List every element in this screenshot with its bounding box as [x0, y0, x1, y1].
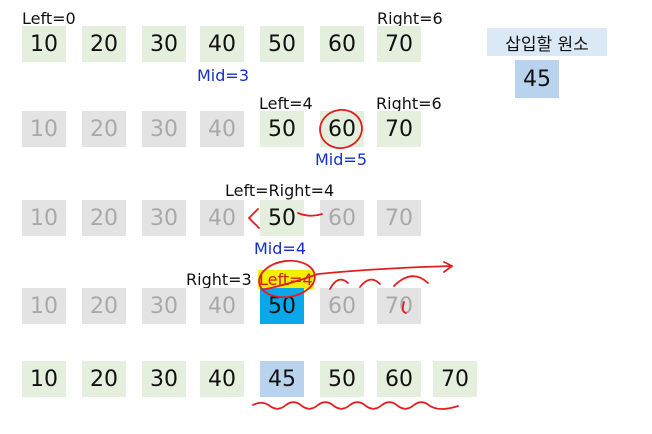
row2-cell-5: 60 — [320, 111, 364, 147]
row4-cell-0: 10 — [22, 288, 66, 324]
shift-hop-2 — [359, 278, 381, 288]
row1-cell-2: 30 — [142, 26, 186, 62]
row2-cell-6: 70 — [377, 111, 421, 147]
row5-cell-4: 45 — [260, 361, 304, 397]
row1-cell-6: 70 — [377, 26, 421, 62]
row2-cell-4: 50 — [260, 111, 304, 147]
row5-cell-2: 30 — [142, 361, 186, 397]
row1-mid-label: Mid=3 — [197, 66, 249, 85]
result-wavy-underline — [252, 401, 459, 410]
row4-left-label: Left=4 — [258, 270, 314, 289]
row2-cell-1: 20 — [82, 111, 126, 147]
row5-cell-3: 40 — [200, 361, 244, 397]
row5-cell-5: 50 — [320, 361, 364, 397]
left-bracket-annotation — [248, 208, 260, 229]
row3-cell-4: 50 — [260, 200, 304, 236]
shift-arrow-head — [443, 261, 453, 273]
row3-mid-label: Mid=4 — [254, 239, 306, 258]
row1-cell-3: 40 — [200, 26, 244, 62]
row1-cell-1: 20 — [82, 26, 126, 62]
row3-cell-0: 10 — [22, 200, 66, 236]
row4-cell-5: 60 — [320, 288, 364, 324]
insert-element-title: 삽입할 원소 — [487, 28, 607, 56]
row2-cell-2: 30 — [142, 111, 186, 147]
row5-cell-7: 70 — [433, 361, 477, 397]
row3-cell-6: 70 — [377, 200, 421, 236]
row2-cell-0: 10 — [22, 111, 66, 147]
row4-cell-1: 20 — [82, 288, 126, 324]
row4-cell-2: 30 — [142, 288, 186, 324]
row3-cell-5: 60 — [320, 200, 364, 236]
row3-cell-1: 20 — [82, 200, 126, 236]
shift-hop-3 — [393, 275, 429, 287]
row2-cell-3: 40 — [200, 111, 244, 147]
row4-cell-6: 70 — [377, 288, 421, 324]
row1-cell-5: 60 — [320, 26, 364, 62]
row4-right-label: Right=3 — [186, 270, 252, 289]
insert-element-value: 45 — [515, 60, 559, 98]
row5-cell-0: 10 — [22, 361, 66, 397]
row3-cell-3: 40 — [200, 200, 244, 236]
row1-cell-0: 10 — [22, 26, 66, 62]
row4-cell-3: 40 — [200, 288, 244, 324]
row3-leftright-label: Left=Right=4 — [225, 181, 335, 200]
row5-cell-1: 20 — [82, 361, 126, 397]
row3-cell-2: 30 — [142, 200, 186, 236]
row2-mid-label: Mid=5 — [315, 150, 367, 169]
row4-cell-4: 50 — [260, 288, 304, 324]
row5-cell-6: 60 — [377, 361, 421, 397]
row1-cell-4: 50 — [260, 26, 304, 62]
row4-left-highlight: Left=4 — [258, 270, 314, 289]
